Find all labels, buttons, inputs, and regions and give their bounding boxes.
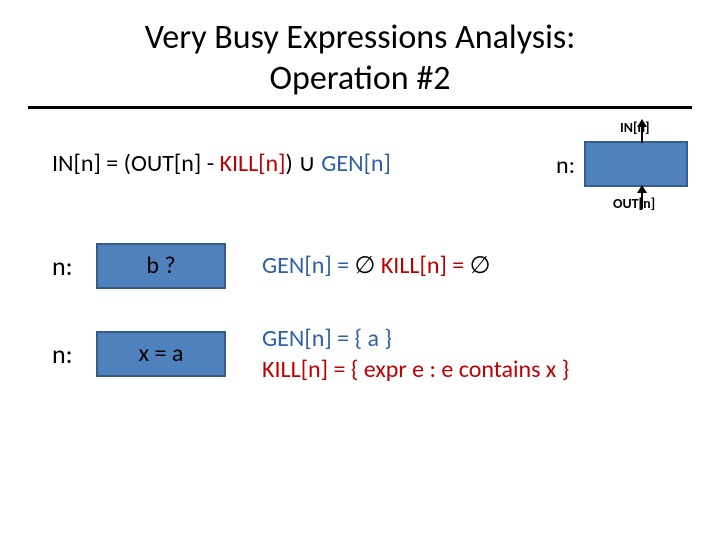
- title-underline: [28, 106, 692, 109]
- in-formula: IN[n] = (OUT[n] - KILL[n]) ∪ GEN[n]: [52, 149, 391, 178]
- union-symbol: ∪: [298, 151, 316, 177]
- branch-definitions: GEN[n] = ∅ KILL[n] = ∅: [262, 250, 491, 282]
- formula-gen: GEN[n]: [321, 149, 391, 178]
- example-row-assign: n: x = a GEN[n] = { a } KILL[n] = { expr…: [28, 323, 692, 385]
- node-code: b ?: [146, 251, 175, 280]
- out-label: OUT[n]: [613, 195, 655, 212]
- title-block: Very Busy Expressions Analysis: Operatio…: [28, 18, 692, 100]
- n-label: n:: [52, 338, 96, 370]
- empty-set-icon: ∅: [354, 253, 375, 279]
- node-box-assign: x = a: [96, 331, 226, 377]
- formula-lhs: IN[n] = (OUT[n] -: [52, 149, 219, 178]
- kill-label: KILL[n] =: [375, 251, 469, 280]
- title-line-1: Very Busy Expressions Analysis:: [145, 17, 576, 58]
- in-label: IN[n]: [620, 119, 650, 136]
- n-label: n:: [52, 250, 96, 282]
- node-box-branch: b ?: [96, 243, 226, 289]
- title-line-2: Operation #2: [269, 58, 450, 99]
- assign-definitions: GEN[n] = { a } KILL[n] = { expr e : e co…: [262, 323, 569, 385]
- gen-label: GEN[n] =: [262, 251, 354, 280]
- kill-def: KILL[n] = { expr e : e contains x }: [262, 354, 569, 385]
- node-box-diagram: [584, 141, 688, 187]
- formula-kill: KILL[n]: [219, 149, 285, 178]
- slide: Very Busy Expressions Analysis: Operatio…: [0, 0, 720, 540]
- n-label-diagram: n:: [556, 151, 575, 180]
- slide-title: Very Busy Expressions Analysis: Operatio…: [145, 18, 576, 100]
- empty-set-icon: ∅: [470, 253, 491, 279]
- gen-def: GEN[n] = { a }: [262, 323, 569, 354]
- node-code: x = a: [139, 339, 184, 368]
- formula-row: IN[n] = (OUT[n] - KILL[n]) ∪ GEN[n] IN[n…: [28, 121, 692, 211]
- examples: n: b ? GEN[n] = ∅ KILL[n] = ∅ n: x = a G…: [28, 243, 692, 385]
- example-row-branch: n: b ? GEN[n] = ∅ KILL[n] = ∅: [28, 243, 692, 289]
- formula-mid: ): [286, 149, 299, 178]
